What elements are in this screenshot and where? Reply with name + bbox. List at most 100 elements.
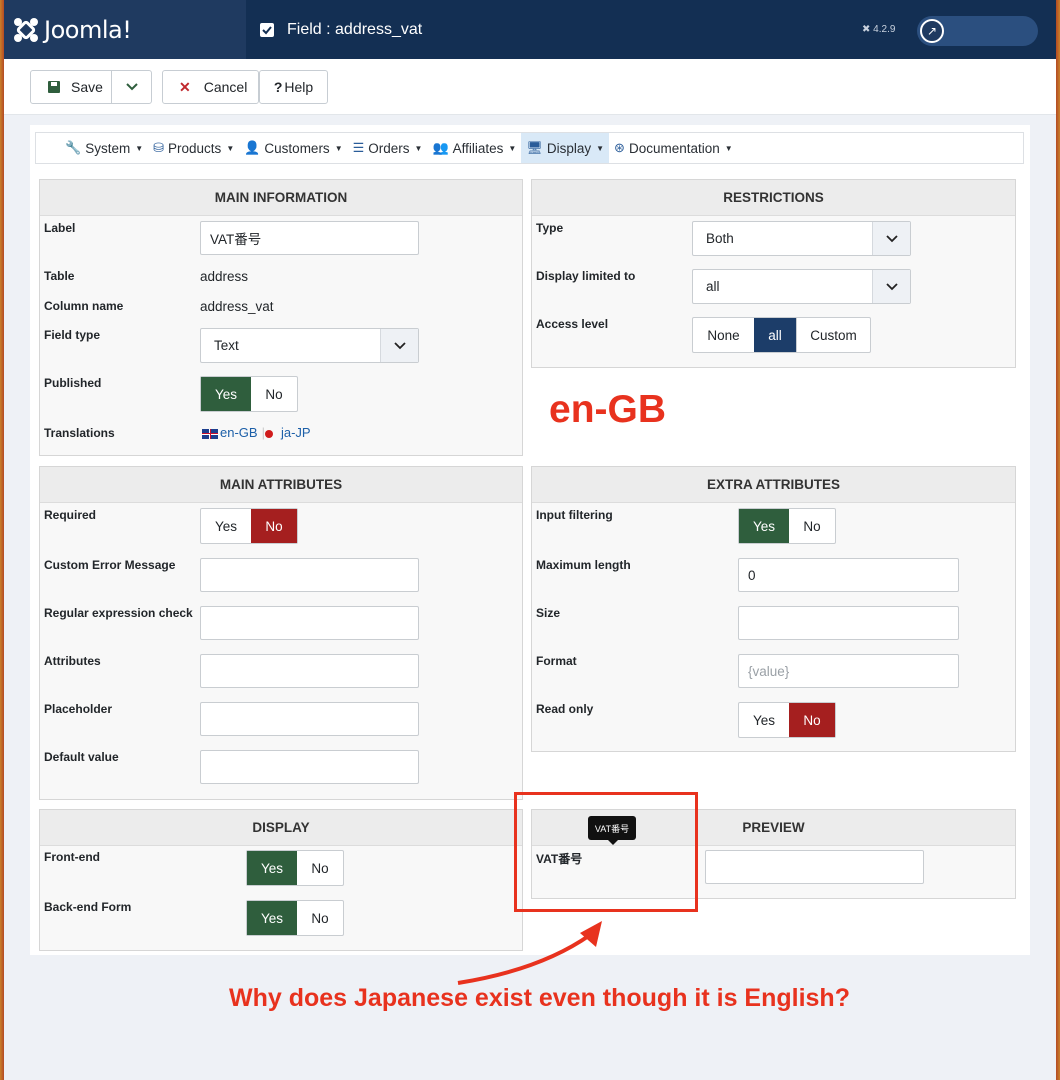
logo-text: Joomla!	[44, 15, 132, 44]
translation-en-gb-link[interactable]: en-GB	[220, 425, 258, 440]
max-length-input[interactable]: 0	[738, 558, 959, 592]
back-end-form-no[interactable]: No	[297, 901, 343, 935]
list-icon: ☰	[352, 140, 365, 155]
error-message-label: Custom Error Message	[44, 558, 176, 572]
table-value: address	[200, 269, 249, 284]
published-no[interactable]: No	[251, 377, 297, 411]
published-yes[interactable]: Yes	[201, 377, 251, 411]
save-icon	[48, 81, 60, 93]
required-toggle: Yes No	[200, 508, 298, 544]
menu-item-orders[interactable]: ☰ Orders ▼	[348, 133, 428, 163]
panel-title: MAIN ATTRIBUTES	[40, 467, 522, 503]
error-message-input[interactable]	[200, 558, 419, 592]
label-input[interactable]: VAT番号	[200, 221, 419, 255]
close-icon: ✕	[179, 78, 191, 95]
menu-item-customers[interactable]: 👤 Customers ▼	[239, 133, 347, 163]
front-end-toggle: Yes No	[246, 850, 344, 886]
chevron-down-icon	[125, 83, 138, 91]
required-no[interactable]: No	[251, 509, 297, 543]
translation-ja-jp-link[interactable]: ja-JP	[281, 425, 311, 440]
caret-down-icon: ▼	[135, 143, 144, 153]
question-icon: ?	[273, 79, 283, 95]
external-link-icon: ↗	[920, 19, 944, 43]
caret-down-icon: ▼	[226, 143, 235, 153]
annotation-question: Why does Japanese exist even though it i…	[229, 984, 850, 1012]
published-label: Published	[44, 376, 102, 390]
regex-label: Regular expression check	[44, 606, 193, 620]
version-badge: ✖ 4.2.9	[862, 24, 896, 35]
default-value-label: Default value	[44, 750, 119, 764]
menu-item-products[interactable]: ⛁ Products ▼	[148, 133, 239, 163]
back-end-form-toggle: Yes No	[246, 900, 344, 936]
front-end-yes[interactable]: Yes	[247, 851, 297, 885]
read-only-label: Read only	[536, 702, 594, 716]
access-all[interactable]: all	[754, 318, 796, 352]
user-icon: 👤	[244, 140, 261, 155]
size-label: Size	[536, 606, 561, 620]
chevron-down-icon	[872, 222, 910, 255]
caret-down-icon: ▼	[596, 143, 605, 153]
size-input[interactable]	[738, 606, 959, 640]
format-input[interactable]: {value}	[738, 654, 959, 688]
input-filtering-toggle: Yes No	[738, 508, 836, 544]
display-limited-label: Display limited to	[536, 269, 636, 283]
input-filtering-yes[interactable]: Yes	[739, 509, 789, 543]
read-only-toggle: Yes No	[738, 702, 836, 738]
required-yes[interactable]: Yes	[201, 509, 251, 543]
page-title: Field : address_vat	[260, 0, 422, 59]
translations-links: en-GB | ja-JP	[202, 425, 311, 440]
site-link-button[interactable]: ↗	[917, 16, 1038, 46]
help-button[interactable]: ? Help	[259, 70, 328, 104]
menu-item-affiliates[interactable]: 👥 Affiliates ▼	[427, 133, 521, 163]
save-button[interactable]: Save	[30, 70, 112, 104]
panel-title: RESTRICTIONS	[532, 180, 1015, 216]
access-custom[interactable]: Custom	[796, 318, 870, 352]
display-limited-select[interactable]: all	[692, 269, 911, 304]
cubes-icon: ⛁	[153, 140, 165, 155]
cancel-button[interactable]: ✕ Cancel	[162, 70, 259, 104]
menu-item-display[interactable]: 🖥 Display ▼	[521, 133, 610, 163]
page-title-text: Field : address_vat	[287, 20, 423, 38]
column-name-value: address_vat	[200, 299, 274, 314]
joomla-logo[interactable]: Joomla!	[4, 0, 246, 59]
toolbar: Save ✕ Cancel ? Help	[4, 59, 1056, 115]
admin-header: Joomla! Field : address_vat ✖ 4.2.9 ↗	[4, 0, 1056, 59]
joomla-small-icon: ✖	[862, 24, 871, 35]
required-label: Required	[44, 508, 97, 522]
front-end-label: Front-end	[44, 850, 100, 864]
field-type-select[interactable]: Text	[200, 328, 419, 363]
placeholder-input[interactable]	[200, 702, 419, 736]
panel-title: MAIN INFORMATION	[40, 180, 522, 216]
read-only-yes[interactable]: Yes	[739, 703, 789, 737]
preview-field-input[interactable]	[705, 850, 924, 884]
save-options-dropdown[interactable]	[111, 70, 152, 104]
checkbox-icon	[260, 22, 274, 37]
front-end-no[interactable]: No	[297, 851, 343, 885]
menu-item-documentation[interactable]: ⊛ Documentation ▼	[609, 133, 738, 163]
input-filtering-no[interactable]: No	[789, 509, 835, 543]
default-value-input[interactable]	[200, 750, 419, 784]
table-label: Table	[44, 269, 75, 283]
annotation-arrow-icon	[457, 921, 602, 985]
users-icon: 👥	[432, 140, 449, 155]
input-filtering-label: Input filtering	[536, 508, 613, 522]
attributes-input[interactable]	[200, 654, 419, 688]
uk-flag-icon	[202, 428, 218, 439]
caret-down-icon: ▼	[724, 143, 733, 153]
menu-item-system[interactable]: 🔧 System ▼	[60, 133, 148, 163]
regex-input[interactable]	[200, 606, 419, 640]
panel-title: EXTRA ATTRIBUTES	[532, 467, 1015, 503]
chevron-down-icon	[872, 270, 910, 303]
type-label: Type	[536, 221, 564, 235]
published-toggle: Yes No	[200, 376, 298, 412]
back-end-form-yes[interactable]: Yes	[247, 901, 297, 935]
caret-down-icon: ▼	[334, 143, 343, 153]
caret-down-icon: ▼	[508, 143, 517, 153]
caret-down-icon: ▼	[414, 143, 423, 153]
column-name-label: Column name	[44, 299, 124, 313]
type-select[interactable]: Both	[692, 221, 911, 256]
read-only-no[interactable]: No	[789, 703, 835, 737]
access-none[interactable]: None	[693, 318, 754, 352]
japan-flag-icon	[264, 429, 273, 438]
attributes-label: Attributes	[44, 654, 101, 668]
